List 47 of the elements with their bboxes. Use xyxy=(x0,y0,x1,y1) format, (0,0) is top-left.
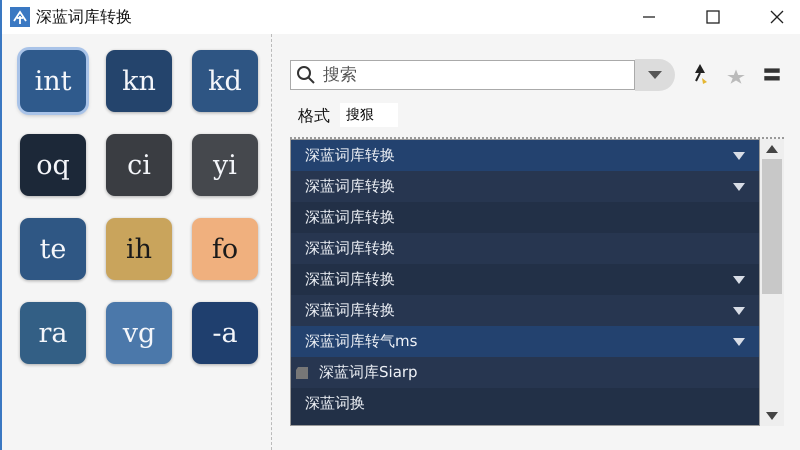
caret-icon xyxy=(648,71,662,79)
file-icon xyxy=(295,364,311,380)
list-item-label: 深蓝词库转换 xyxy=(305,146,395,165)
format-field[interactable]: 搜狠 xyxy=(340,103,398,127)
format-tile[interactable]: -a xyxy=(192,302,258,364)
list-item[interactable]: 深蓝词库转换 xyxy=(291,295,759,326)
search-icon xyxy=(296,65,316,85)
list-item-label: 深蓝词库转换 xyxy=(305,270,395,289)
dropdown-button[interactable] xyxy=(635,59,675,91)
list-item-label: 深蓝词库转换 xyxy=(305,208,395,227)
app-logo-icon xyxy=(10,7,30,27)
format-label: 格式 xyxy=(298,106,330,127)
list-item-label: 深蓝词换 xyxy=(305,394,365,413)
list-item[interactable]: 深蓝词库转气ms xyxy=(291,326,759,357)
scrollbar[interactable] xyxy=(760,139,784,426)
list-item-label: 深蓝词库转换 xyxy=(305,177,395,196)
list-item[interactable]: 深蓝词库转换 xyxy=(291,140,759,171)
list-item-label: 深蓝词库转换 xyxy=(305,301,395,320)
window-title: 深蓝词库转换 xyxy=(36,6,132,28)
format-tile[interactable]: fo xyxy=(192,218,258,280)
format-tile[interactable]: ci xyxy=(106,134,172,196)
list-item-label: 深蓝词库Siarp xyxy=(319,363,418,382)
format-tile[interactable]: ra xyxy=(20,302,86,364)
maximize-icon[interactable] xyxy=(706,10,720,24)
scroll-down-icon[interactable] xyxy=(766,412,778,420)
scroll-up-icon[interactable] xyxy=(766,145,778,153)
expand-arrow-icon[interactable] xyxy=(733,152,745,160)
list-item[interactable]: 深蓝词库转换 xyxy=(291,171,759,202)
expand-arrow-icon[interactable] xyxy=(733,276,745,284)
format-tile[interactable]: kn xyxy=(106,50,172,112)
expand-arrow-icon[interactable] xyxy=(733,182,745,190)
format-tile[interactable]: yi xyxy=(192,134,258,196)
format-tile[interactable]: int xyxy=(20,50,86,112)
format-tile[interactable]: vg xyxy=(106,302,172,364)
format-tile[interactable]: oq xyxy=(20,134,86,196)
list-item-label: 深蓝词库转气ms xyxy=(305,332,418,351)
format-tile[interactable]: te xyxy=(20,218,86,280)
search-field[interactable]: 搜索 xyxy=(290,60,635,90)
format-tile[interactable]: kd xyxy=(192,50,258,112)
format-tile[interactable]: ih xyxy=(106,218,172,280)
list-item[interactable]: 深蓝词库Siarp xyxy=(291,357,759,388)
expand-arrow-icon[interactable] xyxy=(733,338,745,346)
expand-arrow-icon[interactable] xyxy=(733,306,745,314)
list-item[interactable]: 深蓝词库转换 xyxy=(291,233,759,264)
list-item-label: 深蓝词库转换 xyxy=(305,239,395,258)
scrollbar-thumb[interactable] xyxy=(762,159,782,294)
close-icon[interactable] xyxy=(770,10,784,24)
